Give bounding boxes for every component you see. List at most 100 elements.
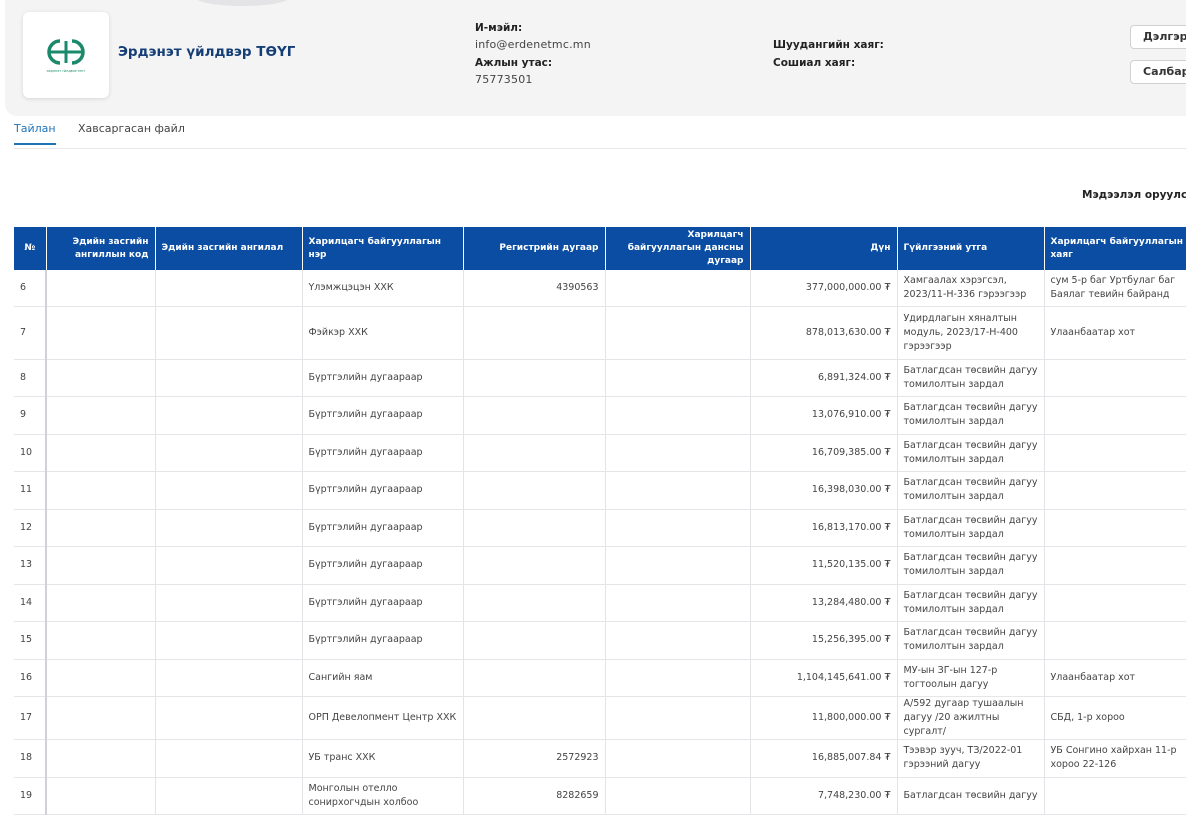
col-partner-name[interactable]: Харилцагч байгууллагын нэр <box>302 227 464 270</box>
col-purpose[interactable]: Гүйлгээний утга <box>897 227 1045 270</box>
table-row[interactable]: 15 Бүртгэлийн дугаараар 15,256,395.00 ₮ Бат… <box>14 621 1186 660</box>
cell-account-no <box>605 359 751 397</box>
cell-econ-code <box>46 471 156 510</box>
cell-amount: 377,000,000.00 ₮ <box>750 270 898 307</box>
cell-purpose: Батлагдсан төсвийн дагуу томилолтын зард… <box>897 621 1045 660</box>
cell-amount: 7,748,230.00 ₮ <box>750 777 898 815</box>
cell-partner-address <box>1044 621 1186 660</box>
cell-amount: 16,885,007.84 ₮ <box>750 739 898 778</box>
tab-attachments[interactable]: Хавсаргасан файл <box>78 122 185 143</box>
cell-reg-no <box>463 306 606 360</box>
cell-econ-class <box>155 359 303 397</box>
cell-account-no <box>605 659 751 697</box>
table-row[interactable]: 17 ОРП Девелопмент Центр ХХК 11,800,000.00… <box>14 696 1186 740</box>
details-button[interactable]: Дэлгэрэ <box>1130 25 1186 49</box>
cell-account-no <box>605 270 751 307</box>
table-header-row: № Эдийн засгийн ангиллын код Эдийн засги… <box>14 227 1186 270</box>
email-value[interactable]: info@erdenetmc.mn <box>475 38 591 51</box>
cell-partner-address <box>1044 359 1186 397</box>
cell-partner-address: СБД, 1-р хороо <box>1044 696 1186 740</box>
org-logo: ЭРДЭНЭТ ҮЙЛДВЭР ТӨҮГ <box>23 12 109 98</box>
table-row[interactable]: 11 Бүртгэлийн дугаараар 16,398,030.00 ₮ Бат… <box>14 471 1186 510</box>
table-row[interactable]: 9 Бүртгэлийн дугаараар 13,076,910.00 ₮ Батл… <box>14 396 1186 435</box>
cell-econ-class <box>155 777 303 815</box>
cell-account-no <box>605 584 751 622</box>
col-amount[interactable]: Дүн <box>750 227 898 270</box>
cell-purpose: Удирдлагын хяналтын модуль, 2023/17-Н-40… <box>897 306 1045 360</box>
cell-reg-no <box>463 584 606 622</box>
cell-account-no <box>605 306 751 360</box>
cell-no: 18 <box>14 739 47 778</box>
org-name: Эрдэнэт үйлдвэр ТӨҮГ <box>118 44 296 60</box>
cell-account-no <box>605 777 751 815</box>
table-row[interactable]: 19 Монголын отелло сонирхогчдын холбоо 828… <box>14 777 1186 815</box>
cell-econ-code <box>46 777 156 815</box>
cell-purpose: Батлагдсан төсвийн дагуу томилолтын зард… <box>897 471 1045 510</box>
cell-amount: 11,800,000.00 ₮ <box>750 696 898 740</box>
cell-account-no <box>605 696 751 740</box>
cell-econ-class <box>155 584 303 622</box>
cell-partner-address: Улаанбаатар хот <box>1044 659 1186 697</box>
cell-account-no <box>605 546 751 585</box>
cell-account-no <box>605 739 751 778</box>
email-label: И-мэйл: <box>475 22 523 34</box>
cell-econ-class <box>155 696 303 740</box>
branch-button[interactable]: Салбар <box>1130 60 1186 84</box>
cell-purpose: А/592 дугаар тушаалын дагуу /20 ажилтны … <box>897 696 1045 740</box>
cell-partner-name: Үлэмжцэцэн ХХК <box>302 270 464 307</box>
cell-partner-name: Бүртгэлийн дугаараар <box>302 434 464 472</box>
cell-account-no <box>605 396 751 435</box>
report-table: № Эдийн засгийн ангиллын код Эдийн засги… <box>14 227 1186 815</box>
cell-reg-no <box>463 621 606 660</box>
cell-partner-name: Фэйкэр ХХК <box>302 306 464 360</box>
cell-partner-address <box>1044 471 1186 510</box>
cell-partner-address <box>1044 396 1186 435</box>
table-row[interactable]: 13 Бүртгэлийн дугаараар 11,520,135.00 ₮ Бат… <box>14 546 1186 585</box>
cell-econ-code <box>46 509 156 547</box>
mail-address-label: Шуудангийн хаяг: <box>773 39 884 51</box>
org-header: ЭРДЭНЭТ ҮЙЛДВЭР ТӨҮГ Эрдэнэт үйлдвэр ТӨҮ… <box>5 0 1186 116</box>
table-row[interactable]: 6 Үлэмжцэцэн ХХК 4390563 377,000,000.00 ₮ Ха… <box>14 270 1186 307</box>
cell-reg-no: 2572923 <box>463 739 606 778</box>
cell-no: 8 <box>14 359 47 397</box>
cell-reg-no <box>463 546 606 585</box>
col-reg-no[interactable]: Регистрийн дугаар <box>463 227 606 270</box>
cell-partner-name: УБ транс ХХК <box>302 739 464 778</box>
cell-account-no <box>605 434 751 472</box>
cell-econ-code <box>46 546 156 585</box>
cell-econ-class <box>155 270 303 307</box>
table-row[interactable]: 16 Сангийн яам 1,104,145,641.00 ₮ МУ-ын ЗГ-… <box>14 659 1186 697</box>
table-row[interactable]: 14 Бүртгэлийн дугаараар 13,284,480.00 ₮ Бат… <box>14 584 1186 622</box>
cell-amount: 11,520,135.00 ₮ <box>750 546 898 585</box>
table-row[interactable]: 18 УБ транс ХХК 2572923 16,885,007.84 ₮ Тээв… <box>14 739 1186 778</box>
tab-report[interactable]: Тайлан <box>14 122 56 145</box>
cell-econ-class <box>155 739 303 778</box>
cell-reg-no <box>463 509 606 547</box>
cell-econ-class <box>155 659 303 697</box>
cell-partner-name: Бүртгэлийн дугаараар <box>302 471 464 510</box>
col-no[interactable]: № <box>14 227 47 270</box>
col-account-no[interactable]: Харилцагч байгууллагын дансны дугаар <box>605 227 751 270</box>
col-econ-class[interactable]: Эдийн засгийн ангилал <box>155 227 303 270</box>
report-table-container[interactable]: № Эдийн засгийн ангиллын код Эдийн засги… <box>14 227 1186 818</box>
erdenet-logo-icon <box>47 38 85 65</box>
table-row[interactable]: 7 Фэйкэр ХХК 878,013,630.00 ₮ Удирдлагын хя… <box>14 306 1186 360</box>
cell-partner-name: Монголын отелло сонирхогчдын холбоо <box>302 777 464 815</box>
table-row[interactable]: 12 Бүртгэлийн дугаараар 16,813,170.00 ₮ Бат… <box>14 509 1186 547</box>
table-row[interactable]: 8 Бүртгэлийн дугаараар 6,891,324.00 ₮ Батла… <box>14 359 1186 397</box>
col-partner-address[interactable]: Харилцагч байгууллагын хаяг <box>1044 227 1186 270</box>
col-econ-code[interactable]: Эдийн засгийн ангиллын код <box>46 227 156 270</box>
social-label: Сошиал хаяг: <box>773 57 856 69</box>
cell-amount: 878,013,630.00 ₮ <box>750 306 898 360</box>
phone-value: 75773501 <box>475 73 533 86</box>
header-decoration <box>195 0 290 6</box>
cell-econ-code <box>46 659 156 697</box>
cell-purpose: Батлагдсан төсвийн дагуу томилолтын зард… <box>897 546 1045 585</box>
cell-no: 17 <box>14 696 47 740</box>
cell-no: 9 <box>14 396 47 435</box>
cell-econ-class <box>155 434 303 472</box>
cell-econ-code <box>46 270 156 307</box>
cell-amount: 13,076,910.00 ₮ <box>750 396 898 435</box>
logo-caption: ЭРДЭНЭТ ҮЙЛДВЭР ТӨҮГ <box>46 68 86 73</box>
table-row[interactable]: 10 Бүртгэлийн дугаараар 16,709,385.00 ₮ Бат… <box>14 434 1186 472</box>
